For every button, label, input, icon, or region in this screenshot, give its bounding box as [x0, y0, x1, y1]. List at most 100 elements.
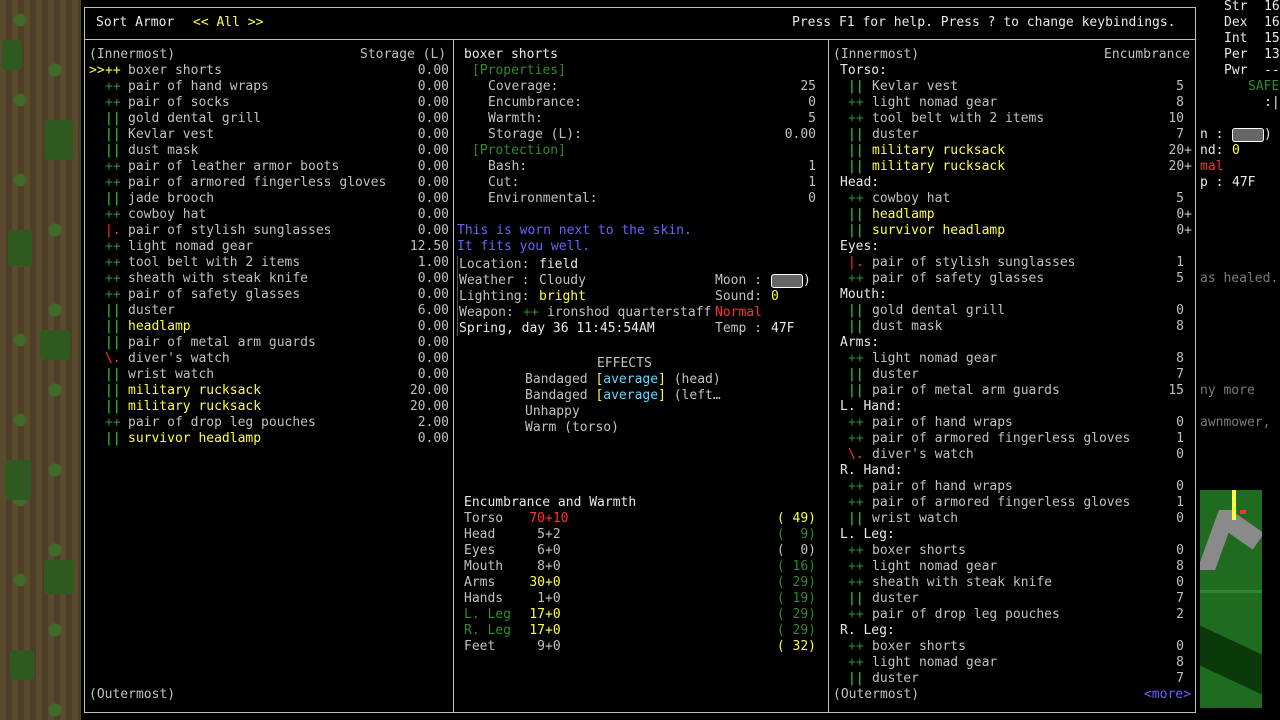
- item-storage: 1.00: [417, 255, 449, 270]
- bodypart-header: Eyes:: [840, 239, 880, 254]
- bodypart-item-row[interactable]: ++ pair of hand wraps 0: [848, 415, 1192, 431]
- item-name: pair of hand wraps: [128, 79, 269, 94]
- worn-item-row[interactable]: || military rucksack 20.00: [89, 399, 449, 415]
- layer-marker: ++: [105, 207, 121, 222]
- bodypart-item-row[interactable]: || duster 7: [848, 127, 1192, 143]
- item-name: survivor headlamp: [128, 431, 262, 446]
- bodypart-item-row[interactable]: ++ light nomad gear 8: [848, 351, 1192, 367]
- worn-item-row[interactable]: || gold dental grill 0.00: [89, 111, 449, 127]
- filter-selector[interactable]: << All >>: [193, 15, 263, 31]
- item-encumbrance: 0: [1176, 511, 1184, 526]
- location-label: Location:: [459, 257, 530, 272]
- worn-item-row[interactable]: ++ sheath with steak knife 0.00: [89, 271, 449, 287]
- item-name: military rucksack: [872, 159, 1006, 174]
- bodypart-item-row[interactable]: ++ pair of armored fingerless gloves 1: [848, 495, 1192, 511]
- layer-marker: ++: [105, 239, 121, 254]
- worn-item-row[interactable]: || dust mask 0.00: [89, 143, 449, 159]
- layer-marker: ++: [105, 159, 121, 174]
- layer-marker: ||: [105, 431, 121, 446]
- right-column-label: Encumbrance: [1104, 47, 1191, 62]
- bodypart-item-row[interactable]: || pair of metal arm guards 15: [848, 383, 1192, 399]
- bodypart-item-row[interactable]: || duster 7: [848, 367, 1192, 383]
- property-label: Encumbrance:: [488, 95, 582, 110]
- worn-item-row[interactable]: ++ light nomad gear 12.50: [89, 239, 449, 255]
- worn-item-row[interactable]: \. diver's watch 0.00: [89, 351, 449, 367]
- sidebar-nd-label: nd:: [1200, 143, 1224, 158]
- bodypart-item-row[interactable]: ++ boxer shorts 0: [848, 639, 1192, 655]
- item-name: Kevlar vest: [128, 127, 215, 142]
- bodypart-item-row[interactable]: || dust mask 8: [848, 319, 1192, 335]
- sound-label: Sound:: [715, 289, 762, 304]
- bodypart-item-row[interactable]: ++ tool belt with 2 items 10: [848, 111, 1192, 127]
- worn-item-row[interactable]: |. pair of stylish sunglasses 0.00: [89, 223, 449, 239]
- property-value: 0: [808, 95, 816, 110]
- layer-marker: ++: [105, 287, 121, 302]
- game-sidebar: Str 16 Dex 16 Int 15 Per 13 Pwr -- SAFE :| n : ) …: [1200, 0, 1280, 490]
- encumbrance-base: 6: [537, 543, 545, 558]
- bodypart-item-row[interactable]: |. pair of stylish sunglasses 1: [848, 255, 1192, 271]
- layer-marker: ||: [848, 367, 864, 382]
- worn-item-row[interactable]: ++ pair of leather armor boots 0.00: [89, 159, 449, 175]
- worn-item-row[interactable]: || survivor headlamp 0.00: [89, 431, 449, 447]
- bodypart-item-row[interactable]: ++ light nomad gear 8: [848, 655, 1192, 671]
- more-indicator[interactable]: <more>: [1144, 687, 1191, 703]
- stat-value: 15: [1264, 31, 1280, 46]
- item-encumbrance: 1: [1176, 255, 1184, 270]
- worn-item-row[interactable]: ++ pair of drop leg pouches 2.00: [89, 415, 449, 431]
- bodypart-label: Head: [464, 527, 496, 542]
- sidebar-n-label: n :: [1200, 127, 1224, 142]
- bodypart-label: R. Leg: [464, 623, 511, 638]
- bodypart-item-row[interactable]: ++ cowboy hat 5: [848, 191, 1192, 207]
- encumbrance-layer: +2: [545, 527, 561, 543]
- bodypart-item-row[interactable]: ++ pair of armored fingerless gloves 1: [848, 431, 1192, 447]
- bodypart-item-row[interactable]: ++ sheath with steak knife 0: [848, 575, 1192, 591]
- worn-item-row[interactable]: ++ pair of armored fingerless gloves 0.00: [89, 175, 449, 191]
- worn-item-row[interactable]: ++ pair of hand wraps 0.00: [89, 79, 449, 95]
- worn-item-row[interactable]: || duster 6.00: [89, 303, 449, 319]
- bodypart-item-row[interactable]: || Kevlar vest 5: [848, 79, 1192, 95]
- bodypart-item-row[interactable]: || wrist watch 0: [848, 511, 1192, 527]
- effect-bracket-close: ]: [658, 388, 666, 403]
- bodypart-item-row[interactable]: || military rucksack 20+: [848, 159, 1192, 175]
- worn-item-row[interactable]: >>++ boxer shorts 0.00: [89, 63, 449, 79]
- bodypart-item-row[interactable]: \. diver's watch 0: [848, 447, 1192, 463]
- layer-marker: ||: [105, 383, 121, 398]
- layer-marker: ++: [848, 559, 864, 574]
- worn-item-row[interactable]: || pair of metal arm guards 0.00: [89, 335, 449, 351]
- bodypart-item-row[interactable]: || gold dental grill 0: [848, 303, 1192, 319]
- bodypart-item-row[interactable]: || survivor headlamp 0+: [848, 223, 1192, 239]
- stat-label: Str: [1224, 0, 1248, 14]
- bodypart-item-row[interactable]: || headlamp 0+: [848, 207, 1192, 223]
- worn-item-row[interactable]: || military rucksack 20.00: [89, 383, 449, 399]
- bodypart-item-row[interactable]: ++ boxer shorts 0: [848, 543, 1192, 559]
- worn-item-row[interactable]: || headlamp 0.00: [89, 319, 449, 335]
- stat-value: 13: [1264, 47, 1280, 62]
- worn-item-row[interactable]: ++ pair of safety glasses 0.00: [89, 287, 449, 303]
- item-encumbrance: 8: [1176, 655, 1184, 670]
- worn-item-row[interactable]: || jade brooch 0.00: [89, 191, 449, 207]
- item-encumbrance: 0: [1176, 303, 1184, 318]
- worn-item-row[interactable]: ++ tool belt with 2 items 1.00: [89, 255, 449, 271]
- layer-marker: ||: [105, 335, 121, 350]
- encumbrance-layer: +0: [545, 607, 561, 623]
- note-worn-next-to-skin: This is worn next to the skin.: [457, 223, 692, 238]
- bodypart-item-row[interactable]: ++ pair of safety glasses 5: [848, 271, 1192, 287]
- worn-item-row[interactable]: ++ cowboy hat 0.00: [89, 207, 449, 223]
- left-divider: [453, 40, 454, 713]
- bodypart-item-row[interactable]: || duster 7: [848, 671, 1192, 687]
- worn-item-row[interactable]: ++ pair of socks 0.00: [89, 95, 449, 111]
- item-name: wrist watch: [128, 367, 215, 382]
- bodypart-item-row[interactable]: || duster 7: [848, 591, 1192, 607]
- worn-item-row[interactable]: || Kevlar vest 0.00: [89, 127, 449, 143]
- item-encumbrance: 5: [1176, 271, 1184, 286]
- bodypart-item-row[interactable]: ++ pair of drop leg pouches 2: [848, 607, 1192, 623]
- protection-header: [Protection]: [472, 143, 566, 158]
- encumbrance-penalty: +0: [545, 607, 561, 622]
- bodypart-item-row[interactable]: ++ light nomad gear 8: [848, 95, 1192, 111]
- bodypart-item-row[interactable]: ++ light nomad gear 8: [848, 559, 1192, 575]
- bodypart-item-row[interactable]: || military rucksack 20+: [848, 143, 1192, 159]
- worn-item-row[interactable]: || wrist watch 0.00: [89, 367, 449, 383]
- bodypart-header: L. Leg:: [840, 527, 895, 542]
- sidebar-p-value: 47F: [1232, 175, 1256, 190]
- bodypart-item-row[interactable]: ++ pair of hand wraps 0: [848, 479, 1192, 495]
